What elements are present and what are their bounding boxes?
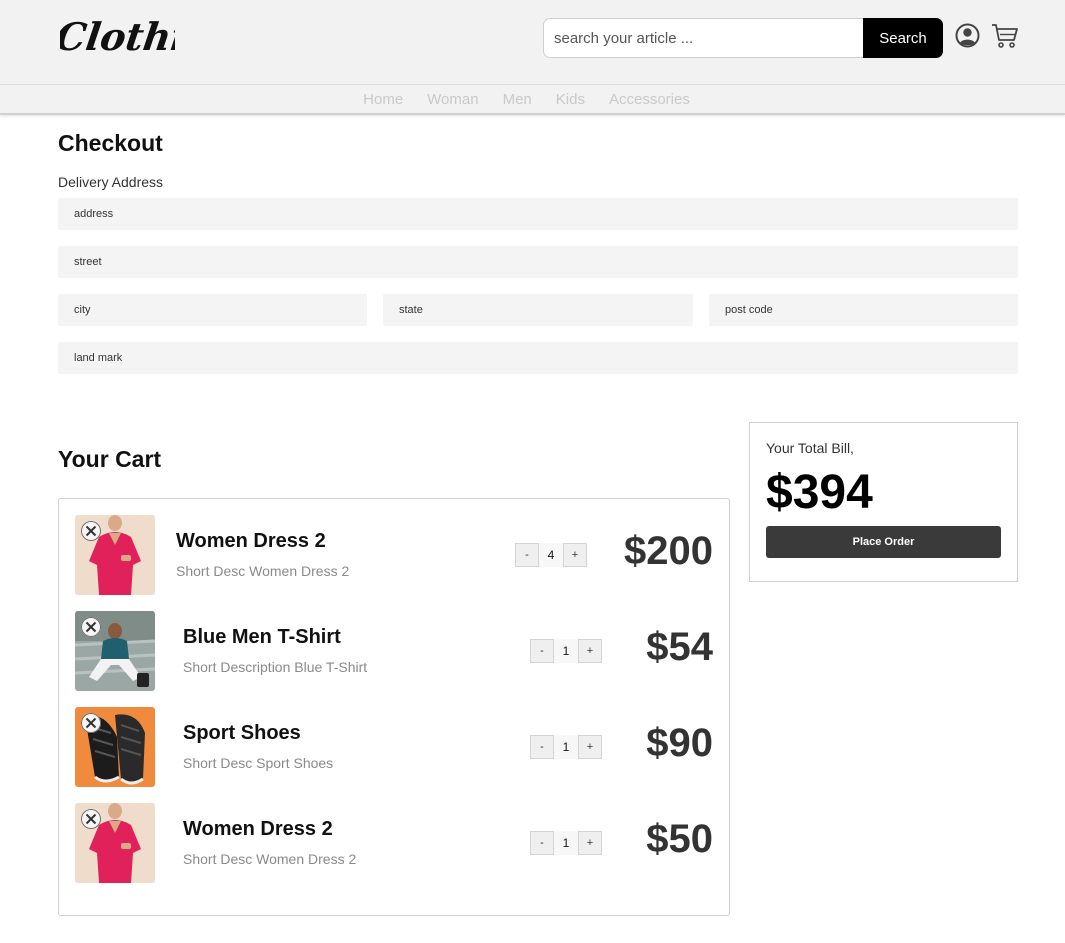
clothing-logo[interactable]: Clothing: [60, 8, 175, 70]
qty-decrease-button[interactable]: -: [530, 639, 554, 663]
qty-increase-button[interactable]: +: [563, 543, 587, 567]
cart-item: Women Dress 2 Short Desc Women Dress 2 -…: [59, 515, 729, 597]
qty-decrease-button[interactable]: -: [515, 543, 539, 567]
close-icon[interactable]: [81, 809, 101, 829]
address-field[interactable]: [58, 198, 1018, 230]
item-name: Sport Shoes: [183, 722, 301, 744]
user-icon[interactable]: [955, 23, 980, 48]
item-description: Short Desc Sport Shoes: [183, 755, 334, 771]
city-field[interactable]: [58, 294, 367, 326]
item-price: $54: [646, 625, 713, 669]
cart-item: Blue Men T-Shirt Short Description Blue …: [59, 611, 729, 693]
qty-value: 1: [554, 831, 578, 855]
delivery-address-label: Delivery Address: [58, 174, 164, 190]
item-description: Short Desc Women Dress 2: [183, 851, 357, 867]
total-bill-card: Your Total Bill, $394 Place Order: [749, 422, 1018, 582]
quantity-stepper: - 1 +: [530, 735, 602, 759]
item-description: Short Description Blue T-Shirt: [183, 659, 368, 675]
qty-value: 1: [554, 639, 578, 663]
search-button[interactable]: Search: [863, 18, 943, 58]
quantity-stepper: - 1 +: [530, 639, 602, 663]
item-name: Blue Men T-Shirt: [183, 626, 341, 648]
item-name: Women Dress 2: [183, 818, 333, 840]
nav-accessories[interactable]: Accessories: [609, 91, 690, 108]
checkout-title: Checkout: [58, 130, 163, 156]
total-bill-amount: $394: [766, 466, 873, 519]
item-name: Women Dress 2: [176, 530, 326, 552]
main-nav: Home Woman Men Kids Accessories: [0, 84, 1065, 115]
street-field[interactable]: [58, 246, 1018, 278]
qty-decrease-button[interactable]: -: [530, 735, 554, 759]
item-description: Short Desc Women Dress 2: [176, 563, 350, 579]
nav-home[interactable]: Home: [363, 91, 403, 108]
cart-list: Women Dress 2 Short Desc Women Dress 2 -…: [58, 498, 730, 916]
qty-increase-button[interactable]: +: [578, 735, 602, 759]
qty-value: 1: [554, 735, 578, 759]
header: Clothing Search: [0, 0, 1065, 84]
nav-men[interactable]: Men: [503, 91, 532, 108]
cart-item: Sport Shoes Short Desc Sport Shoes - 1 +…: [59, 707, 729, 789]
nav-kids[interactable]: Kids: [556, 91, 585, 108]
item-price: $90: [646, 721, 713, 765]
nav-woman[interactable]: Woman: [427, 91, 478, 108]
close-icon[interactable]: [81, 713, 101, 733]
post-code-field[interactable]: [709, 294, 1018, 326]
qty-increase-button[interactable]: +: [578, 639, 602, 663]
close-icon[interactable]: [81, 617, 101, 637]
quantity-stepper: - 4 +: [515, 543, 587, 567]
qty-value: 4: [539, 543, 563, 567]
quantity-stepper: - 1 +: [530, 831, 602, 855]
item-price: $200: [624, 529, 713, 573]
cart-icon[interactable]: [991, 23, 1019, 49]
qty-decrease-button[interactable]: -: [530, 831, 554, 855]
state-field[interactable]: [383, 294, 693, 326]
svg-text:Clothing: Clothing: [60, 15, 175, 60]
total-bill-label: Your Total Bill,: [766, 440, 854, 456]
cart-title: Your Cart: [58, 446, 162, 472]
qty-increase-button[interactable]: +: [578, 831, 602, 855]
place-order-button[interactable]: Place Order: [766, 526, 1001, 558]
search-bar: Search: [543, 18, 943, 58]
close-icon[interactable]: [81, 521, 101, 541]
land-mark-field[interactable]: [58, 342, 1018, 374]
item-price: $50: [646, 817, 713, 861]
search-input[interactable]: [543, 18, 863, 58]
cart-item: Women Dress 2 Short Desc Women Dress 2 -…: [59, 803, 729, 885]
